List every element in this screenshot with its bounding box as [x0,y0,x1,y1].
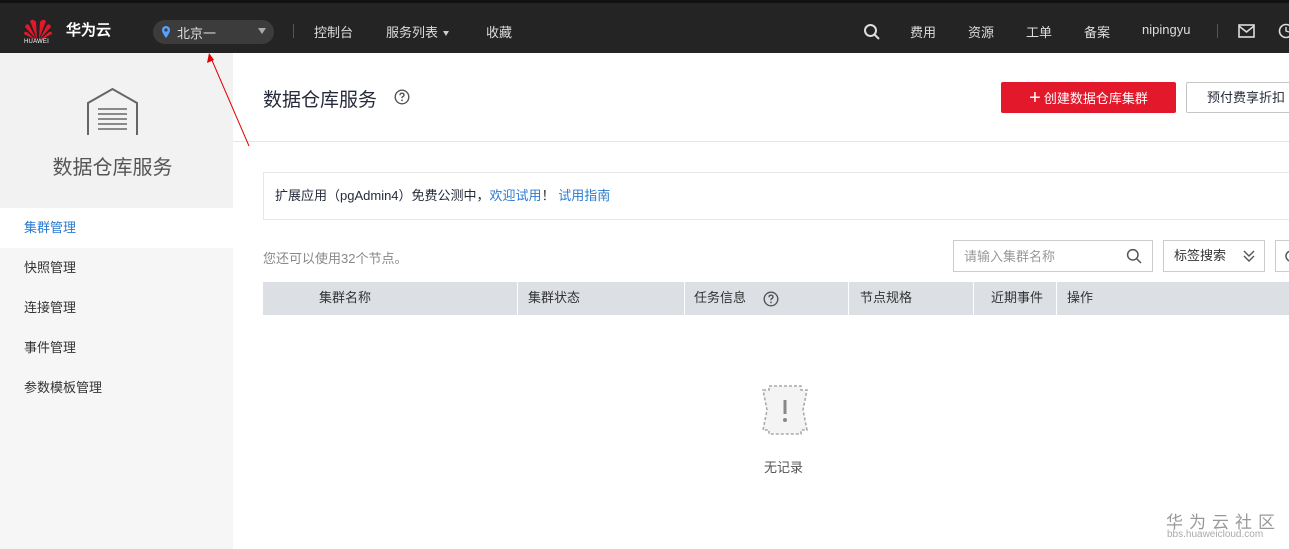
sidebar-item-event-management[interactable]: 事件管理 [0,328,233,368]
column-operation[interactable]: 操作 [1067,282,1093,315]
chevron-down-icon [258,28,266,34]
column-divider [1056,282,1057,315]
notice-text: 扩展应用（pgAdmin4）免费公测中， [275,188,490,203]
nav-service-list[interactable]: 服务列表 [386,22,450,41]
sidebar-item-connection-management[interactable]: 连接管理 [0,288,233,328]
create-cluster-label: 创建数据仓库集群 [1043,91,1148,106]
divider [233,141,1289,142]
search-icon[interactable] [1126,248,1142,264]
create-cluster-button[interactable]: + 创建数据仓库集群 [1001,82,1176,113]
location-pin-icon [162,26,170,38]
prepaid-discount-button[interactable]: 预付费享折扣 [1186,82,1289,113]
nav-tickets[interactable]: 工单 [1026,22,1052,41]
nav-console[interactable]: 控制台 [314,22,353,41]
sidebar-title: 数据仓库服务 [52,157,173,179]
sidebar-item-cluster-management[interactable]: 集群管理 [0,208,233,248]
search-icon[interactable] [863,23,881,41]
table-header: 集群名称 集群状态 任务信息 节点规格 近期事件 操作 [263,282,1289,315]
empty-state-icon [762,385,808,435]
column-recent-events[interactable]: 近期事件 [991,282,1043,315]
plus-icon: + [1029,86,1041,109]
column-cluster-status[interactable]: 集群状态 [528,282,580,315]
divider [293,24,294,38]
tag-search-label: 标签搜索 [1174,248,1227,263]
divider [1217,24,1218,38]
double-chevron-down-icon [1243,250,1255,262]
brand-name[interactable]: 华为云 [66,19,111,40]
caret-down-icon [443,31,450,37]
user-name[interactable]: nipingyu [1142,22,1190,37]
column-cluster-name[interactable]: 集群名称 [319,282,371,315]
column-divider [517,282,518,315]
refresh-icon [1285,250,1289,262]
sidebar-menu: 集群管理 快照管理 连接管理 事件管理 参数模板管理 [0,208,233,408]
sidebar: 数据仓库服务 集群管理 快照管理 连接管理 事件管理 参数模板管理 [0,53,233,549]
sidebar-item-parameter-template-management[interactable]: 参数模板管理 [0,368,233,408]
column-divider [684,282,685,315]
notice-exclamation: ！ [541,188,555,203]
region-selector[interactable]: 北京一 [153,20,274,44]
notice-banner: 扩展应用（pgAdmin4）免费公测中，欢迎试用！ 试用指南 [263,172,1289,220]
mail-icon[interactable] [1238,24,1255,38]
page-title: 数据仓库服务 [263,90,378,111]
try-link[interactable]: 欢迎试用 [490,188,542,203]
tag-search-button[interactable]: 标签搜索 [1163,240,1265,272]
column-task-info[interactable]: 任务信息 [694,282,746,315]
sidebar-item-snapshot-management[interactable]: 快照管理 [0,248,233,288]
column-divider [973,282,974,315]
logo-text: HUAWEI [24,39,49,45]
warehouse-icon [87,87,138,135]
trial-guide-link[interactable]: 试用指南 [558,188,610,203]
column-node-spec[interactable]: 节点规格 [860,282,912,315]
top-navbar: HUAWEI 华为云 北京一 控制台 服务列表 收藏 费用 资源 工单 备案 n… [0,0,1289,53]
help-icon[interactable] [394,89,410,105]
node-quota-text: 您还可以使用32个节点。 [263,251,408,266]
empty-state-text: 无记录 [764,460,804,475]
help-icon[interactable] [763,291,779,307]
watermark-url: bbs.huaweicloud.com [1167,529,1264,540]
nav-service-list-label: 服务列表 [386,25,439,40]
region-label: 北京一 [177,25,217,41]
search-input[interactable] [954,241,1114,271]
nav-favorites[interactable]: 收藏 [486,22,512,41]
cluster-search-box [953,240,1153,272]
sidebar-header: 数据仓库服务 [0,53,233,208]
refresh-button[interactable] [1275,240,1289,272]
column-divider [848,282,849,315]
clock-icon[interactable] [1278,23,1289,39]
nav-filing[interactable]: 备案 [1084,22,1110,41]
nav-resources[interactable]: 资源 [968,22,994,41]
nav-billing[interactable]: 费用 [910,22,936,41]
